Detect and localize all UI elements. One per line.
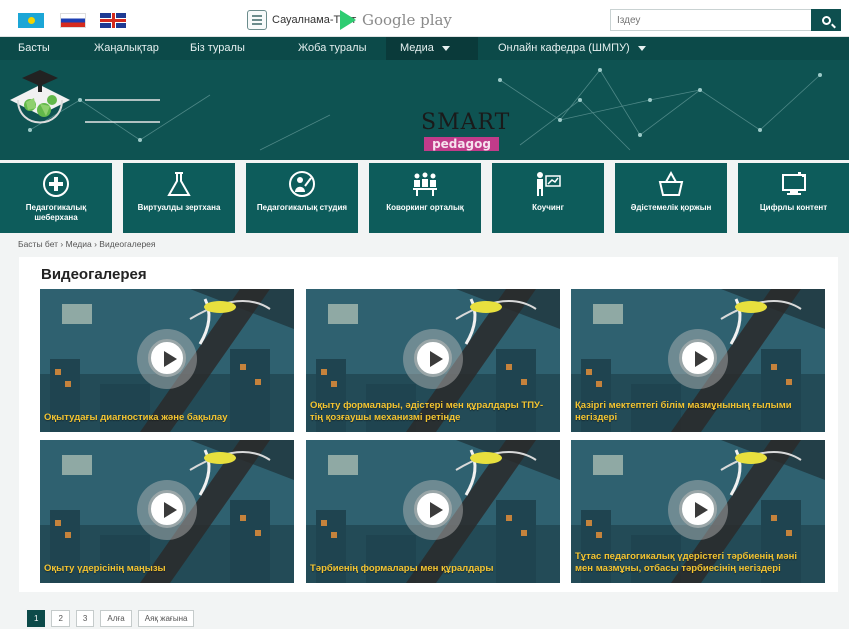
breadcrumb[interactable]: Басты бет › Медиа › Видеогалерея [18, 239, 156, 249]
play-icon[interactable] [679, 338, 717, 377]
nav-item-news[interactable]: Жаңалықтар [94, 37, 159, 60]
tile-label: Коворкинг орталық [386, 203, 464, 212]
play-icon[interactable] [414, 338, 452, 377]
service-tiles: Педагогикалық шеберхана Виртуалды зертха… [0, 163, 849, 233]
nav-item-online-department[interactable]: Онлайн кафедра (ШМПУ) [498, 37, 646, 60]
basket-icon [658, 170, 684, 196]
tile-label: Педагогикалық студия [256, 203, 348, 212]
logo-sub-text: pedagog [424, 137, 499, 151]
google-play-label: Google play [362, 11, 452, 29]
kz-flag-icon[interactable] [18, 13, 44, 28]
tile-pedagogical-workshop[interactable]: Педагогикалық шеберхана [0, 163, 112, 233]
tile-coaching[interactable]: Коучинг [492, 163, 604, 233]
smart-pedagog-logo [10, 70, 160, 124]
search-input[interactable] [610, 9, 812, 31]
video-caption: Оқыту формалары, әдістері мен құралдары … [310, 400, 544, 423]
flask-icon [167, 172, 191, 196]
hero-banner: SMART pedagog [0, 60, 849, 160]
page-button-1[interactable]: 1 [27, 610, 46, 627]
video-caption: Оқытудағы диагностика және бақылау [44, 412, 228, 423]
nav-label: Біз туралы [190, 42, 245, 54]
plus-badge-icon [43, 171, 69, 197]
play-icon[interactable] [148, 338, 186, 377]
play-icon[interactable] [148, 489, 186, 528]
tile-label: Әдістемелік қоржын [630, 203, 712, 212]
video-card[interactable]: Оқыту формалары, әдістері мен құралдары … [306, 289, 560, 432]
video-gallery-panel: Видеогалерея Оқытудағы диагностика және … [19, 257, 838, 592]
monitor-icon [781, 172, 806, 195]
nav-label: Басты [18, 42, 50, 54]
play-icon[interactable] [679, 489, 717, 528]
ru-flag-icon[interactable] [60, 13, 86, 28]
tile-methodical-basket[interactable]: Әдістемелік қоржын [615, 163, 727, 233]
coworking-icon [413, 172, 437, 196]
nav-label: Жаңалықтар [94, 42, 159, 54]
search-icon [821, 15, 831, 25]
last-page-button[interactable]: Аяқ жағына [137, 610, 195, 627]
page-button-3[interactable]: 3 [75, 610, 95, 627]
logo-main-text: SMART [421, 110, 511, 135]
video-caption: Тұтас педагогикалық үдерістегі тәрбиенің… [575, 551, 797, 574]
nav-item-media[interactable]: Медиа [386, 37, 478, 60]
page-button-2[interactable]: 2 [51, 610, 70, 627]
page-title: Видеогалерея [41, 266, 147, 283]
play-icon[interactable] [414, 489, 452, 528]
coaching-icon [537, 172, 561, 196]
tile-virtual-lab[interactable]: Виртуалды зертхана [123, 163, 235, 233]
tile-pedagogical-studio[interactable]: Педагогикалық студия [246, 163, 358, 233]
video-card[interactable]: Оқыту үдерісінің маңызы [40, 440, 294, 583]
tile-coworking[interactable]: Коворкинг орталық [369, 163, 481, 233]
tile-digital-content[interactable]: Цифрлы контент [738, 163, 849, 233]
video-caption: Қазіргі мектептегі білім мазмұнының ғылы… [575, 400, 792, 423]
next-page-button[interactable]: Алға [100, 610, 132, 627]
nav-item-project[interactable]: Жоба туралы [298, 37, 366, 60]
teacher-icon [289, 171, 315, 197]
video-caption: Тәрбиенің формалары мен құралдары [310, 563, 494, 574]
chevron-down-icon [441, 45, 450, 51]
tile-label: Цифрлы контент [759, 203, 828, 212]
nav-item-about[interactable]: Біз туралы [190, 37, 245, 60]
tile-label: Виртуалды зертхана [137, 203, 221, 212]
nav-item-home[interactable]: Басты [18, 37, 50, 60]
search-button[interactable] [811, 9, 841, 31]
main-nav: Басты Жаңалықтар Біз туралы Жоба туралы … [0, 37, 849, 60]
pagination: 1 2 3 Алға Аяқ жағына [27, 610, 195, 627]
video-card[interactable]: Қазіргі мектептегі білім мазмұнының ғылы… [571, 289, 825, 432]
chevron-down-icon [637, 45, 646, 51]
nav-label: Медиа [400, 42, 434, 54]
quiz-icon [247, 10, 267, 30]
video-card[interactable]: Тәрбиенің формалары мен құралдары [306, 440, 560, 583]
tile-label: Коучинг [532, 203, 564, 212]
video-caption: Оқыту үдерісінің маңызы [44, 563, 166, 574]
nav-label: Жоба туралы [298, 42, 367, 54]
top-bar: Сауалнама-Тест Google play [0, 0, 849, 37]
nav-label: Онлайн кафедра (ШМПУ) [498, 42, 630, 54]
uk-flag-icon[interactable] [100, 13, 126, 28]
video-card[interactable]: Оқытудағы диагностика және бақылау [40, 289, 294, 432]
google-play-icon [340, 10, 356, 30]
google-play-link[interactable]: Google play [340, 9, 452, 31]
tile-label: Педагогикалық шеберхана [25, 203, 87, 222]
video-card[interactable]: Тұтас педагогикалық үдерістегі тәрбиенің… [571, 440, 825, 583]
